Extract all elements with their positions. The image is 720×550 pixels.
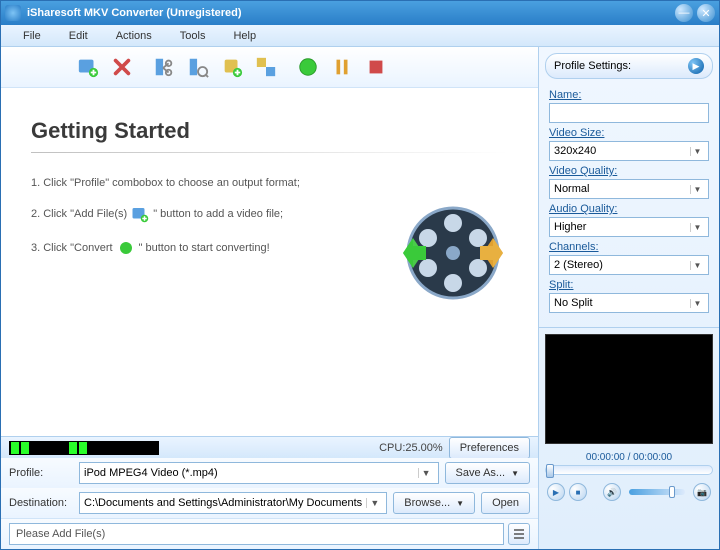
menu-help[interactable]: Help xyxy=(219,27,270,45)
chevron-down-icon: ▼ xyxy=(418,468,434,478)
left-pane: Getting Started 1. Click "Profile" combo… xyxy=(1,47,539,549)
toolbar xyxy=(1,47,538,88)
film-reel-icon xyxy=(398,198,508,308)
volume-thumb[interactable] xyxy=(669,486,675,498)
volume-icon[interactable]: 🔊 xyxy=(603,483,621,501)
profile-row: Profile: iPod MPEG4 Video (*.mp4) ▼ Save… xyxy=(1,458,538,488)
pause-button[interactable] xyxy=(328,53,356,81)
getting-started-heading: Getting Started xyxy=(31,118,508,144)
name-input[interactable] xyxy=(549,103,709,123)
content-area: Getting Started 1. Click "Profile" combo… xyxy=(1,47,719,549)
chevron-down-icon: ▼ xyxy=(366,498,382,508)
player-stop-button[interactable]: ■ xyxy=(569,483,587,501)
chevron-down-icon: ▼ xyxy=(690,147,704,156)
status-bar: CPU:25.00% Preferences xyxy=(1,436,538,458)
stop-button[interactable] xyxy=(362,53,390,81)
destination-combobox[interactable]: C:\Documents and Settings\Administrator\… xyxy=(79,492,387,514)
merge-button[interactable] xyxy=(252,53,280,81)
app-window: iSharesoft MKV Converter (Unregistered) … xyxy=(0,0,720,550)
channels-label: Channels: xyxy=(549,241,709,253)
effect-button[interactable] xyxy=(218,53,246,81)
time-display: 00:00:00 / 00:00:00 xyxy=(586,452,672,463)
video-preview xyxy=(545,334,713,444)
chevron-down-icon: ▼ xyxy=(690,299,704,308)
browse-button[interactable]: Browse...▼ xyxy=(393,492,475,514)
destination-row: Destination: C:\Documents and Settings\A… xyxy=(1,488,538,518)
menu-bar: File Edit Actions Tools Help xyxy=(1,25,719,47)
chevron-down-icon: ▼ xyxy=(690,223,704,232)
time-bar: 00:00:00 / 00:00:00 xyxy=(545,452,713,475)
settings-panel: Name: Video Size: 320x240▼ Video Quality:… xyxy=(539,85,719,328)
name-label: Name: xyxy=(549,89,709,101)
minimize-button[interactable]: — xyxy=(675,4,693,22)
remove-file-button[interactable] xyxy=(108,53,136,81)
seek-slider[interactable] xyxy=(545,465,713,475)
seek-thumb[interactable] xyxy=(546,464,554,478)
step-1: 1. Click "Profile" combobox to choose an… xyxy=(31,177,508,189)
divider xyxy=(31,152,508,153)
crop-button[interactable] xyxy=(184,53,212,81)
convert-button[interactable] xyxy=(294,53,322,81)
snapshot-button[interactable]: 📷 xyxy=(693,483,711,501)
cpu-usage: CPU:25.00% xyxy=(379,442,443,454)
app-logo-icon xyxy=(5,5,21,21)
window-title: iSharesoft MKV Converter (Unregistered) xyxy=(27,7,671,19)
videosize-select[interactable]: 320x240▼ xyxy=(549,141,709,161)
menu-tools[interactable]: Tools xyxy=(166,27,220,45)
list-view-button[interactable] xyxy=(508,523,530,545)
split-label: Split: xyxy=(549,279,709,291)
split-select[interactable]: No Split▼ xyxy=(549,293,709,313)
videoquality-label: Video Quality: xyxy=(549,165,709,177)
save-as-button[interactable]: Save As...▼ xyxy=(445,462,530,484)
profile-settings-header: Profile Settings: ▶ xyxy=(545,53,713,79)
right-pane: Profile Settings: ▶ Name: Video Size: 320… xyxy=(539,47,719,549)
trim-button[interactable] xyxy=(150,53,178,81)
close-button[interactable]: ✕ xyxy=(697,4,715,22)
videosize-label: Video Size: xyxy=(549,127,709,139)
main-area: Getting Started 1. Click "Profile" combo… xyxy=(1,88,538,436)
volume-slider[interactable] xyxy=(629,489,685,495)
progress-bar xyxy=(9,441,159,455)
profile-combobox[interactable]: iPod MPEG4 Video (*.mp4) ▼ xyxy=(79,462,439,484)
channels-select[interactable]: 2 (Stereo)▼ xyxy=(549,255,709,275)
open-button[interactable]: Open xyxy=(481,492,530,514)
add-file-inline-icon xyxy=(131,205,149,223)
play-button[interactable]: ▶ xyxy=(547,483,565,501)
message-box: Please Add File(s) xyxy=(9,523,504,545)
menu-edit[interactable]: Edit xyxy=(55,27,102,45)
menu-file[interactable]: File xyxy=(9,27,55,45)
preferences-button[interactable]: Preferences xyxy=(449,437,530,459)
chevron-down-icon: ▼ xyxy=(690,185,704,194)
player-controls: ▶ ■ 🔊 📷 xyxy=(539,477,719,507)
convert-inline-icon xyxy=(117,239,135,257)
chevron-down-icon: ▼ xyxy=(690,261,704,270)
audioquality-select[interactable]: Higher▼ xyxy=(549,217,709,237)
menu-actions[interactable]: Actions xyxy=(102,27,166,45)
add-file-button[interactable] xyxy=(74,53,102,81)
title-bar: iSharesoft MKV Converter (Unregistered) … xyxy=(1,1,719,25)
audioquality-label: Audio Quality: xyxy=(549,203,709,215)
profile-label: Profile: xyxy=(9,467,79,479)
destination-label: Destination: xyxy=(9,497,79,509)
bottom-bar: Please Add File(s) xyxy=(1,518,538,549)
videoquality-select[interactable]: Normal▼ xyxy=(549,179,709,199)
apply-settings-button[interactable]: ▶ xyxy=(688,58,704,74)
